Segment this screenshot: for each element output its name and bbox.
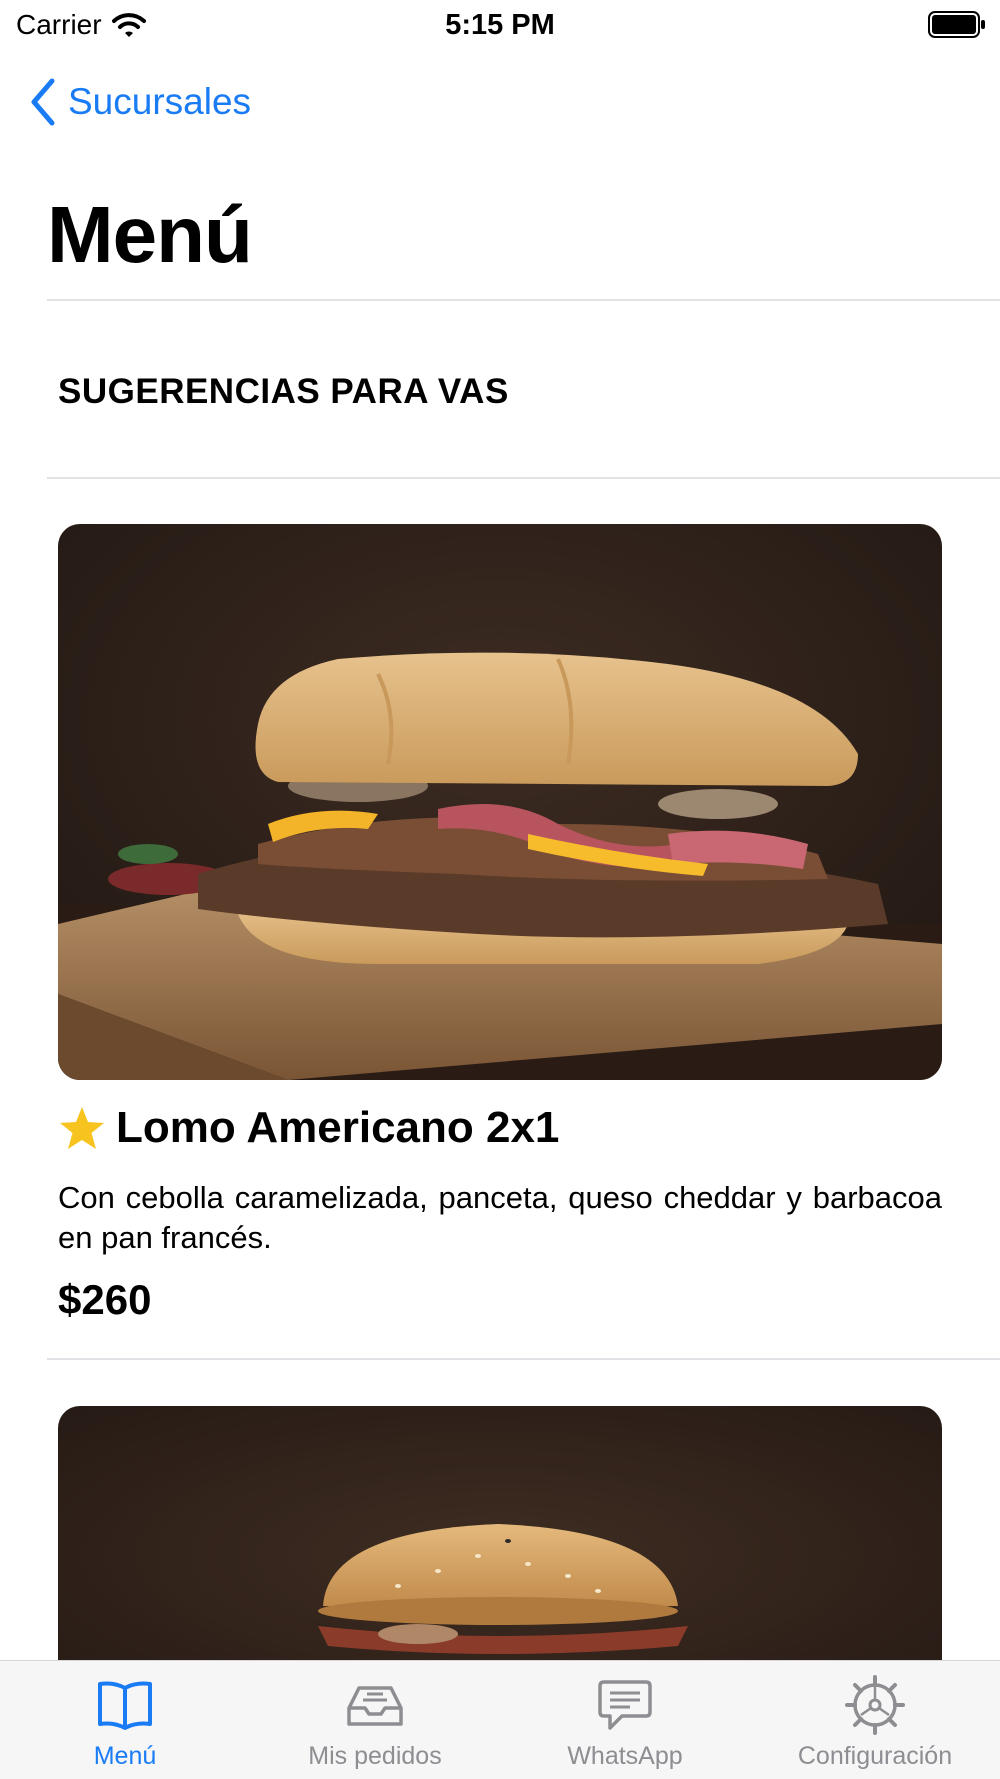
divider [47, 299, 1000, 301]
tab-label: Mis pedidos [308, 1742, 442, 1770]
tab-mis-pedidos[interactable]: Mis pedidos [250, 1661, 500, 1779]
menu-item-name: Lomo Americano 2x1 [116, 1103, 560, 1152]
gear-icon [845, 1675, 905, 1735]
section-header: SUGERENCIAS PARA VAS [58, 372, 509, 411]
tab-bar: Menú Mis pedidos WhatsApp Configuración [0, 1660, 1000, 1779]
tab-label: Menú [93, 1742, 157, 1770]
page-title: Menú [47, 190, 253, 279]
chevron-left-icon [31, 78, 55, 126]
divider [47, 477, 1000, 479]
tab-configuracion[interactable]: Configuración [750, 1661, 1000, 1779]
sandwich-photo [58, 524, 942, 1080]
menu-item-price: $260 [58, 1276, 152, 1323]
menu-item-image[interactable] [58, 524, 942, 1080]
back-button[interactable]: Sucursales [28, 76, 251, 128]
back-button-label: Sucursales [68, 81, 252, 122]
menu-item-title-row[interactable]: Lomo Americano 2x1 [58, 1100, 559, 1156]
star-icon [60, 1107, 104, 1149]
message-icon [595, 1677, 655, 1733]
clock: 5:15 PM [445, 9, 555, 41]
menu-item-description: Con cebolla caramelizada, panceta, queso… [58, 1180, 942, 1255]
divider [47, 1358, 1000, 1360]
book-icon [95, 1677, 155, 1733]
tab-menu[interactable]: Menú [0, 1661, 250, 1779]
tab-label: WhatsApp [567, 1742, 683, 1770]
status-bar: Carrier 5:15 PM [0, 0, 1000, 52]
battery-icon [928, 11, 985, 38]
tab-label: Configuración [797, 1742, 953, 1770]
tray-icon [345, 1677, 405, 1733]
tab-whatsapp[interactable]: WhatsApp [500, 1661, 750, 1779]
